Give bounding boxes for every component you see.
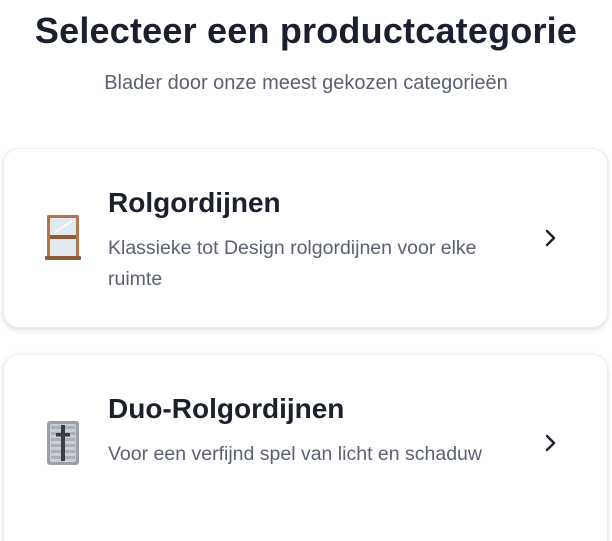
category-card-rolgordijnen[interactable]: Rolgordijnen Klassieke tot Design rolgor… (3, 148, 608, 328)
category-title: Duo-Rolgordijnen (108, 393, 345, 424)
category-selection-page: Selecteer een productcategorie Blader do… (0, 0, 612, 541)
chevron-right-icon[interactable] (543, 228, 559, 248)
category-description: Klassieke tot Design rolgordijnen voor e… (108, 237, 477, 290)
category-description: Voor een verfijnd spel van licht en scha… (108, 443, 482, 465)
window-icon (45, 215, 81, 260)
blinds-icon (47, 421, 79, 465)
category-card-duo-rolgordijnen[interactable]: Duo-Rolgordijnen Voor een verfijnd spel … (3, 354, 608, 541)
chevron-right-icon[interactable] (543, 433, 559, 453)
page-subtitle: Blader door onze meest gekozen categorie… (104, 72, 508, 94)
category-title: Rolgordijnen (108, 187, 281, 218)
page-title: Selecteer een productcategorie (34, 10, 578, 51)
